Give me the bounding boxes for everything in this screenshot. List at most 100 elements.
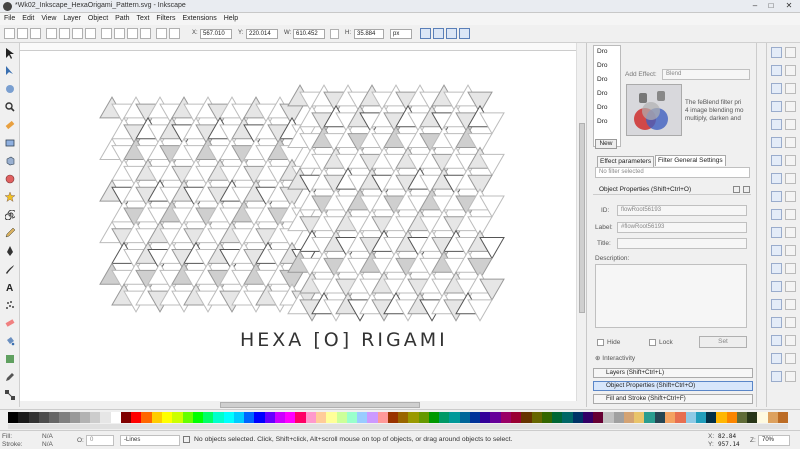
color-swatch[interactable] bbox=[747, 412, 758, 423]
rotate-ccw-icon[interactable] bbox=[46, 28, 57, 39]
color-swatch[interactable] bbox=[151, 412, 162, 423]
snap-smooth-icon[interactable] bbox=[771, 227, 782, 238]
menu-text[interactable]: Text bbox=[133, 13, 153, 22]
redo-icon[interactable] bbox=[785, 173, 796, 184]
star-tool-icon[interactable] bbox=[4, 191, 16, 203]
commands-bar-scroll[interactable] bbox=[756, 43, 766, 407]
snap-intersection-icon[interactable] bbox=[771, 191, 782, 202]
paste-icon[interactable] bbox=[785, 227, 796, 238]
color-swatch[interactable] bbox=[18, 412, 29, 423]
zoom-field[interactable]: 70% bbox=[758, 435, 790, 446]
color-swatch[interactable] bbox=[675, 412, 686, 423]
color-swatch[interactable] bbox=[49, 412, 60, 423]
color-swatch[interactable] bbox=[685, 412, 696, 423]
horizontal-ruler[interactable] bbox=[20, 43, 586, 51]
color-swatch[interactable] bbox=[757, 412, 768, 423]
color-swatch[interactable] bbox=[172, 412, 183, 423]
node-tool-icon[interactable] bbox=[4, 65, 16, 77]
tweak-tool-icon[interactable] bbox=[4, 83, 16, 95]
menu-filters[interactable]: Filters bbox=[152, 13, 178, 22]
w-field[interactable]: 610.452 bbox=[293, 29, 325, 39]
color-swatch[interactable] bbox=[244, 412, 255, 423]
color-swatch[interactable] bbox=[79, 412, 91, 423]
maximize-button[interactable]: □ bbox=[764, 1, 778, 11]
save-document-icon[interactable] bbox=[785, 83, 796, 94]
snap-bbox-edge-icon[interactable] bbox=[771, 83, 782, 94]
color-swatch[interactable] bbox=[726, 412, 737, 423]
palette-scrollbar[interactable] bbox=[8, 424, 788, 429]
3d-box-tool-icon[interactable] bbox=[4, 155, 16, 167]
clone-icon[interactable] bbox=[785, 317, 796, 328]
scale-corners-icon[interactable] bbox=[433, 28, 444, 39]
color-swatch[interactable] bbox=[644, 412, 655, 423]
panel-close-icon[interactable] bbox=[743, 186, 750, 193]
color-swatch[interactable] bbox=[264, 412, 275, 423]
color-swatch[interactable] bbox=[582, 412, 594, 423]
connector-tool-icon[interactable] bbox=[4, 389, 16, 401]
color-swatch[interactable] bbox=[254, 412, 265, 423]
zoom-page-icon[interactable] bbox=[785, 281, 796, 292]
xml-editor-icon[interactable] bbox=[785, 371, 796, 382]
export-icon[interactable] bbox=[785, 137, 796, 148]
undo-icon[interactable] bbox=[785, 155, 796, 166]
color-swatch[interactable] bbox=[367, 412, 378, 423]
selector-tool-icon[interactable] bbox=[4, 47, 16, 59]
panel-iconify-icon[interactable] bbox=[733, 186, 740, 193]
color-swatch[interactable] bbox=[38, 412, 50, 423]
color-swatch[interactable] bbox=[203, 412, 214, 423]
color-swatch[interactable] bbox=[593, 412, 604, 423]
color-swatch[interactable] bbox=[182, 412, 193, 423]
filter-list-item[interactable]: Dro bbox=[594, 88, 620, 102]
select-all-icon[interactable] bbox=[4, 28, 15, 39]
color-swatch[interactable] bbox=[274, 412, 286, 423]
color-swatch[interactable] bbox=[418, 412, 429, 423]
color-swatch[interactable] bbox=[706, 412, 717, 423]
color-swatch[interactable] bbox=[603, 412, 614, 423]
color-swatch[interactable] bbox=[541, 412, 553, 423]
cut-icon[interactable] bbox=[785, 209, 796, 220]
color-swatch[interactable] bbox=[716, 412, 727, 423]
color-swatch[interactable] bbox=[357, 412, 368, 423]
menu-object[interactable]: Object bbox=[84, 13, 111, 22]
snap-bbox-corner-icon[interactable] bbox=[771, 101, 782, 112]
menu-help[interactable]: Help bbox=[220, 13, 241, 22]
y-field[interactable]: 220.014 bbox=[246, 29, 278, 39]
unit-select[interactable]: px bbox=[390, 29, 412, 39]
color-swatch[interactable] bbox=[490, 412, 501, 423]
color-swatch[interactable] bbox=[613, 412, 624, 423]
snap-text-baseline-icon[interactable] bbox=[771, 353, 782, 364]
description-textarea[interactable] bbox=[595, 264, 747, 328]
color-swatch[interactable] bbox=[223, 412, 234, 423]
tab-effect-parameters[interactable]: Effect parameters bbox=[597, 156, 655, 167]
x-field[interactable]: 567.010 bbox=[200, 29, 232, 39]
vertical-scrollbar[interactable] bbox=[576, 43, 586, 401]
id-field[interactable]: flowRoot56193 bbox=[617, 205, 747, 216]
color-swatch[interactable] bbox=[480, 412, 491, 423]
color-swatch[interactable] bbox=[377, 412, 388, 423]
color-swatch[interactable] bbox=[131, 412, 142, 423]
color-swatch[interactable] bbox=[428, 412, 440, 423]
color-swatch[interactable] bbox=[110, 412, 121, 423]
flip-horizontal-icon[interactable] bbox=[72, 28, 83, 39]
color-swatch[interactable] bbox=[469, 412, 481, 423]
menu-path[interactable]: Path bbox=[111, 13, 132, 22]
text-tool-icon[interactable]: A bbox=[4, 281, 16, 293]
color-swatch[interactable] bbox=[326, 412, 337, 423]
snap-nodes-icon[interactable] bbox=[771, 155, 782, 166]
snap-toggle-icon[interactable] bbox=[771, 47, 782, 58]
rectangle-tool-icon[interactable] bbox=[4, 137, 16, 149]
color-swatch[interactable] bbox=[695, 412, 707, 423]
duplicate-icon[interactable] bbox=[785, 299, 796, 310]
calligraphy-tool-icon[interactable] bbox=[4, 263, 16, 275]
color-swatch[interactable] bbox=[736, 412, 748, 423]
color-swatch[interactable] bbox=[634, 412, 645, 423]
color-swatch[interactable] bbox=[69, 412, 80, 423]
print-icon[interactable] bbox=[785, 101, 796, 112]
minimize-button[interactable]: – bbox=[748, 1, 762, 11]
scale-stroke-icon[interactable] bbox=[420, 28, 431, 39]
color-swatch[interactable] bbox=[192, 412, 204, 423]
color-swatch[interactable] bbox=[531, 412, 542, 423]
color-swatch[interactable] bbox=[500, 412, 512, 423]
color-swatch[interactable] bbox=[552, 412, 563, 423]
close-button[interactable]: ✕ bbox=[782, 1, 796, 11]
